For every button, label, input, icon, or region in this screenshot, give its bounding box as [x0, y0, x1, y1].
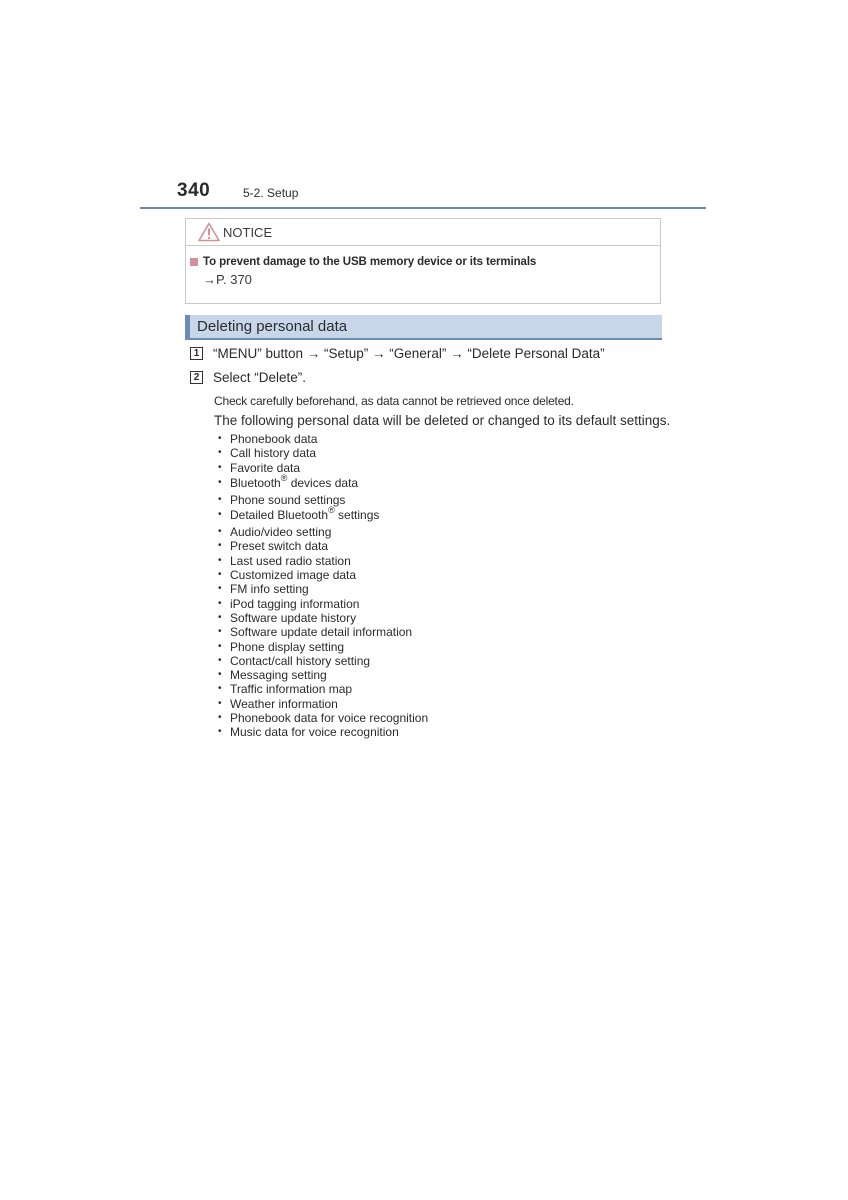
notice-box: NOTICE To prevent damage to the USB memo…	[185, 218, 661, 304]
registered-mark: ®	[328, 505, 335, 516]
header-divider	[140, 207, 706, 209]
list-item: • Software update history	[218, 611, 428, 625]
list-item: • Weather information	[218, 697, 428, 711]
notice-item-heading: To prevent damage to the USB memory devi…	[203, 256, 537, 268]
list-item: • Music data for voice recognition	[218, 725, 428, 739]
list-item: • Bluetooth® devices data	[218, 472, 428, 493]
bullet-icon: •	[218, 712, 222, 724]
step-2: 2 Select “Delete”.	[190, 370, 306, 385]
square-bullet-icon	[190, 258, 198, 266]
list-item-text: Phone display setting	[230, 639, 345, 654]
notice-body: To prevent damage to the USB memory devi…	[186, 246, 660, 287]
list-item: • iPod tagging information	[218, 597, 428, 611]
bullet-icon: •	[218, 669, 222, 681]
step-number-box: 1	[190, 347, 203, 360]
list-item-text: Contact/call history setting	[230, 653, 371, 668]
warning-triangle-icon	[198, 222, 220, 242]
list-item-text: Customized image data	[230, 568, 357, 583]
list-item: • Audio/video setting	[218, 525, 428, 539]
list-item: • Call history data	[218, 446, 428, 460]
list-item: • Last used radio station	[218, 554, 428, 568]
list-item: • Phonebook data	[218, 432, 428, 446]
intro-paragraph: The following personal data will be dele…	[214, 413, 671, 428]
bullet-icon: •	[218, 597, 222, 609]
list-item: • Traffic information map	[218, 682, 428, 696]
notice-page-reference: →P. 370	[203, 272, 252, 287]
bullet-icon: •	[218, 509, 222, 521]
bullet-icon: •	[218, 554, 222, 566]
list-item: • FM info setting	[218, 582, 428, 596]
list-item: • Preset switch data	[218, 539, 428, 553]
bullet-icon: •	[218, 626, 222, 638]
step-text: “MENU” button → “Setup” → “General” → “D…	[213, 346, 605, 361]
list-item: • Phone display setting	[218, 640, 428, 654]
section-reference: 5-2. Setup	[243, 186, 299, 200]
section-header: Deleting personal data	[185, 315, 662, 340]
list-item-text: Preset switch data	[230, 539, 329, 554]
list-item-text: Audio/video setting	[230, 525, 332, 540]
notice-item: To prevent damage to the USB memory devi…	[190, 256, 660, 268]
list-item-text: Phonebook data for voice recognition	[230, 711, 429, 726]
list-item-text: Bluetooth® devices data	[230, 472, 359, 490]
bullet-icon: •	[218, 640, 222, 652]
section-title: Deleting personal data	[197, 318, 348, 335]
list-item-text: Last used radio station	[230, 553, 351, 568]
bullet-icon: •	[218, 726, 222, 738]
bullet-icon: •	[218, 611, 222, 623]
registered-mark: ®	[280, 472, 288, 483]
bullet-icon: •	[218, 654, 222, 666]
list-item-text: iPod tagging information	[230, 596, 360, 611]
bullet-icon: •	[218, 526, 222, 538]
bullet-icon: •	[218, 697, 222, 709]
bullet-icon: •	[218, 447, 222, 459]
bullet-icon: •	[218, 569, 222, 581]
list-item-text: Messaging setting	[230, 668, 327, 683]
notice-title-row: NOTICE	[186, 219, 660, 246]
list-item: • Customized image data	[218, 568, 428, 582]
list-item: • Software update detail information	[218, 625, 428, 639]
list-item-text: Weather information	[230, 696, 338, 711]
list-item: • Messaging setting	[218, 668, 428, 682]
list-item-text: Software update detail information	[230, 625, 413, 640]
bullet-icon: •	[218, 583, 222, 595]
list-item: • Phonebook data for voice recognition	[218, 711, 428, 725]
bullet-icon: •	[218, 683, 222, 695]
step-1: 1 “MENU” button → “Setup” → “General” → …	[190, 346, 605, 361]
list-item-text: Phonebook data	[230, 432, 318, 446]
page-header: 340 5-2. Setup	[140, 178, 706, 208]
caution-paragraph: Check carefully beforehand, as data cann…	[214, 394, 574, 408]
step-number-box: 2	[190, 371, 203, 384]
notice-title: NOTICE	[223, 224, 273, 240]
page-number: 340	[177, 180, 211, 201]
list-item-text: Call history data	[230, 446, 317, 461]
bullet-icon: •	[218, 433, 222, 444]
list-item-text: Detailed Bluetooth® settings	[230, 505, 380, 523]
list-item: • Detailed Bluetooth® settings	[218, 505, 428, 525]
list-item: • Contact/call history setting	[218, 654, 428, 668]
personal-data-list: • Phonebook data • Call history data • Favori…	[218, 432, 428, 740]
list-item-text: Music data for voice recognition	[230, 725, 399, 740]
section-accent-bar	[185, 315, 190, 338]
bullet-icon: •	[218, 540, 222, 552]
step-text: Select “Delete”.	[213, 370, 307, 385]
list-item-text: FM info setting	[230, 582, 309, 597]
list-item-text: Software update history	[230, 610, 357, 625]
bullet-icon: •	[218, 476, 222, 488]
list-item-text: Traffic information map	[230, 682, 353, 697]
